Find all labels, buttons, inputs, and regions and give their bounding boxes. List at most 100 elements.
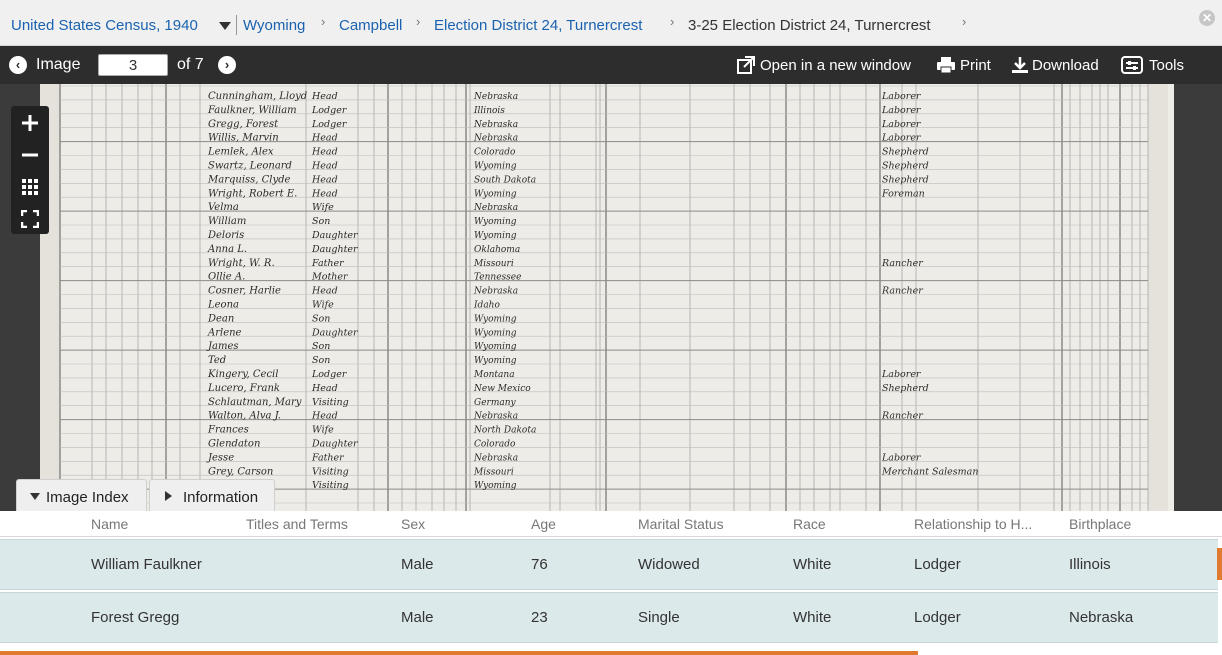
census-entry: Oklahoma [474,245,520,255]
census-entry: Colorado [474,148,516,158]
census-entry: Colorado [474,440,516,450]
fullscreen-button[interactable] [11,202,49,234]
census-entry: Father [311,452,345,463]
caret-down-icon [30,493,40,500]
zoom-controls [11,106,49,234]
census-entry: Arlene [207,327,242,338]
column-header-relationship[interactable]: Relationship to H... [914,516,1054,532]
census-entry: Lodger [311,119,348,130]
previous-image-button[interactable]: ‹ [9,56,27,74]
column-header-marital-status[interactable]: Marital Status [638,516,724,532]
census-entry: Nebraska [473,453,518,463]
census-entry: Willis, Marvin [208,133,279,144]
breadcrumb-state-link[interactable]: Wyoming [243,17,305,34]
image-index-table: Name Titles and Terms Sex Age Marital St… [0,511,1222,655]
census-entry: Cunningham, Lloyd [208,91,307,102]
census-entry: William [208,216,246,227]
cell-birthplace: Illinois [1069,556,1111,573]
census-record-image[interactable]: Cunningham, Lloyd Head Nebraska Laborer Faul… [40,84,1174,511]
cell-name: William Faulkner [91,556,202,573]
tools-sliders-icon [1121,56,1143,74]
census-entry: Jesse [206,452,234,463]
census-entry: Frances [207,425,249,436]
cell-name: Forest Gregg [91,609,180,626]
census-entry: Wyoming [474,217,517,227]
chevron-right-icon: › [416,14,421,29]
table-scrollbar-thumb[interactable] [1217,548,1222,580]
census-entry: Nebraska [473,92,518,102]
census-entry: Cosner, Harlie [208,286,281,297]
caret-right-icon [165,491,172,501]
table-row[interactable]: Forest Gregg Male 23 Single White Lodger… [0,592,1218,643]
census-entry: Missouri [473,467,514,477]
census-entry: Wyoming [474,189,517,199]
census-entry: Daughter [311,230,359,241]
grid-icon [22,179,38,195]
breadcrumb-county-link[interactable]: Campbell [339,17,402,34]
column-header-age[interactable]: Age [531,516,556,532]
census-entry: Rancher [881,258,924,269]
collection-dropdown-caret-icon[interactable] [219,22,231,30]
open-new-window-button[interactable]: Open in a new window [736,55,922,77]
viewer-toolbar: ‹ Image of 7 › Open in a new window Prin… [0,46,1222,84]
census-entry: Wyoming [474,314,517,324]
census-entry: Idaho [473,301,500,311]
census-entry: Daughter [311,244,359,255]
census-entry: Wyoming [474,356,517,366]
print-button[interactable]: Print [936,55,996,77]
open-new-window-label: Open in a new window [760,57,911,74]
loading-progress-bar [0,651,918,655]
zoom-out-button[interactable] [11,138,49,170]
tab-information[interactable]: Information [149,479,275,511]
census-entry: Glendaton [208,439,260,450]
census-entry: Father [311,258,345,269]
download-button[interactable]: Download [1010,55,1106,77]
breadcrumb-collection-link[interactable]: United States Census, 1940 [11,17,198,34]
census-entry: Shepherd [882,147,929,158]
census-entry: Ted [208,355,226,366]
census-entry: Faulkner, William [207,105,297,116]
census-entry: Son [312,216,330,227]
census-entry: Head [311,91,338,102]
census-entry: Wife [312,300,334,311]
census-entry: James [206,341,239,352]
next-image-button[interactable]: › [218,56,236,74]
chevron-right-icon: › [670,14,675,29]
column-header-name[interactable]: Name [91,516,128,532]
tab-information-label: Information [183,489,259,506]
image-number-input[interactable] [98,54,168,76]
census-entry: Laborer [881,369,922,380]
census-entry: Dean [207,313,234,324]
cell-race: White [793,556,832,573]
column-header-birthplace[interactable]: Birthplace [1069,516,1131,532]
zoom-in-button[interactable] [11,106,49,138]
close-icon[interactable]: ✕ [1199,10,1215,26]
plus-icon [22,115,38,131]
column-header-titles[interactable]: Titles and Terms [246,516,348,532]
table-header: Name Titles and Terms Sex Age Marital St… [0,511,1222,537]
download-icon [1012,57,1028,73]
census-entry: Laborer [881,91,922,102]
image-viewer[interactable]: Cunningham, Lloyd Head Nebraska Laborer Faul… [0,84,1222,511]
census-entry: Head [311,286,338,297]
census-entry: Germany [474,398,517,408]
printer-icon [937,57,955,74]
column-header-race[interactable]: Race [793,516,826,532]
cell-marital-status: Single [638,609,680,626]
breadcrumb-district-link[interactable]: Election District 24, Turnercrest [434,17,642,34]
census-entry: Shepherd [882,161,929,172]
tools-button[interactable]: Tools [1121,55,1191,77]
tools-label: Tools [1149,57,1185,74]
cell-age: 23 [531,609,548,626]
thumbnail-grid-button[interactable] [11,170,49,202]
census-entry: New Mexico [473,384,531,394]
image-count: of 7 [177,56,204,73]
cell-race: White [793,609,832,626]
tab-image-index[interactable]: Image Index [16,479,147,511]
column-header-sex[interactable]: Sex [401,516,425,532]
census-entry: Nebraska [473,134,518,144]
census-entry: Head [311,188,338,199]
census-entry: Son [312,355,330,366]
census-entry: Walton, Alva J. [208,411,281,422]
table-row[interactable]: William Faulkner Male 76 Widowed White L… [0,539,1218,590]
